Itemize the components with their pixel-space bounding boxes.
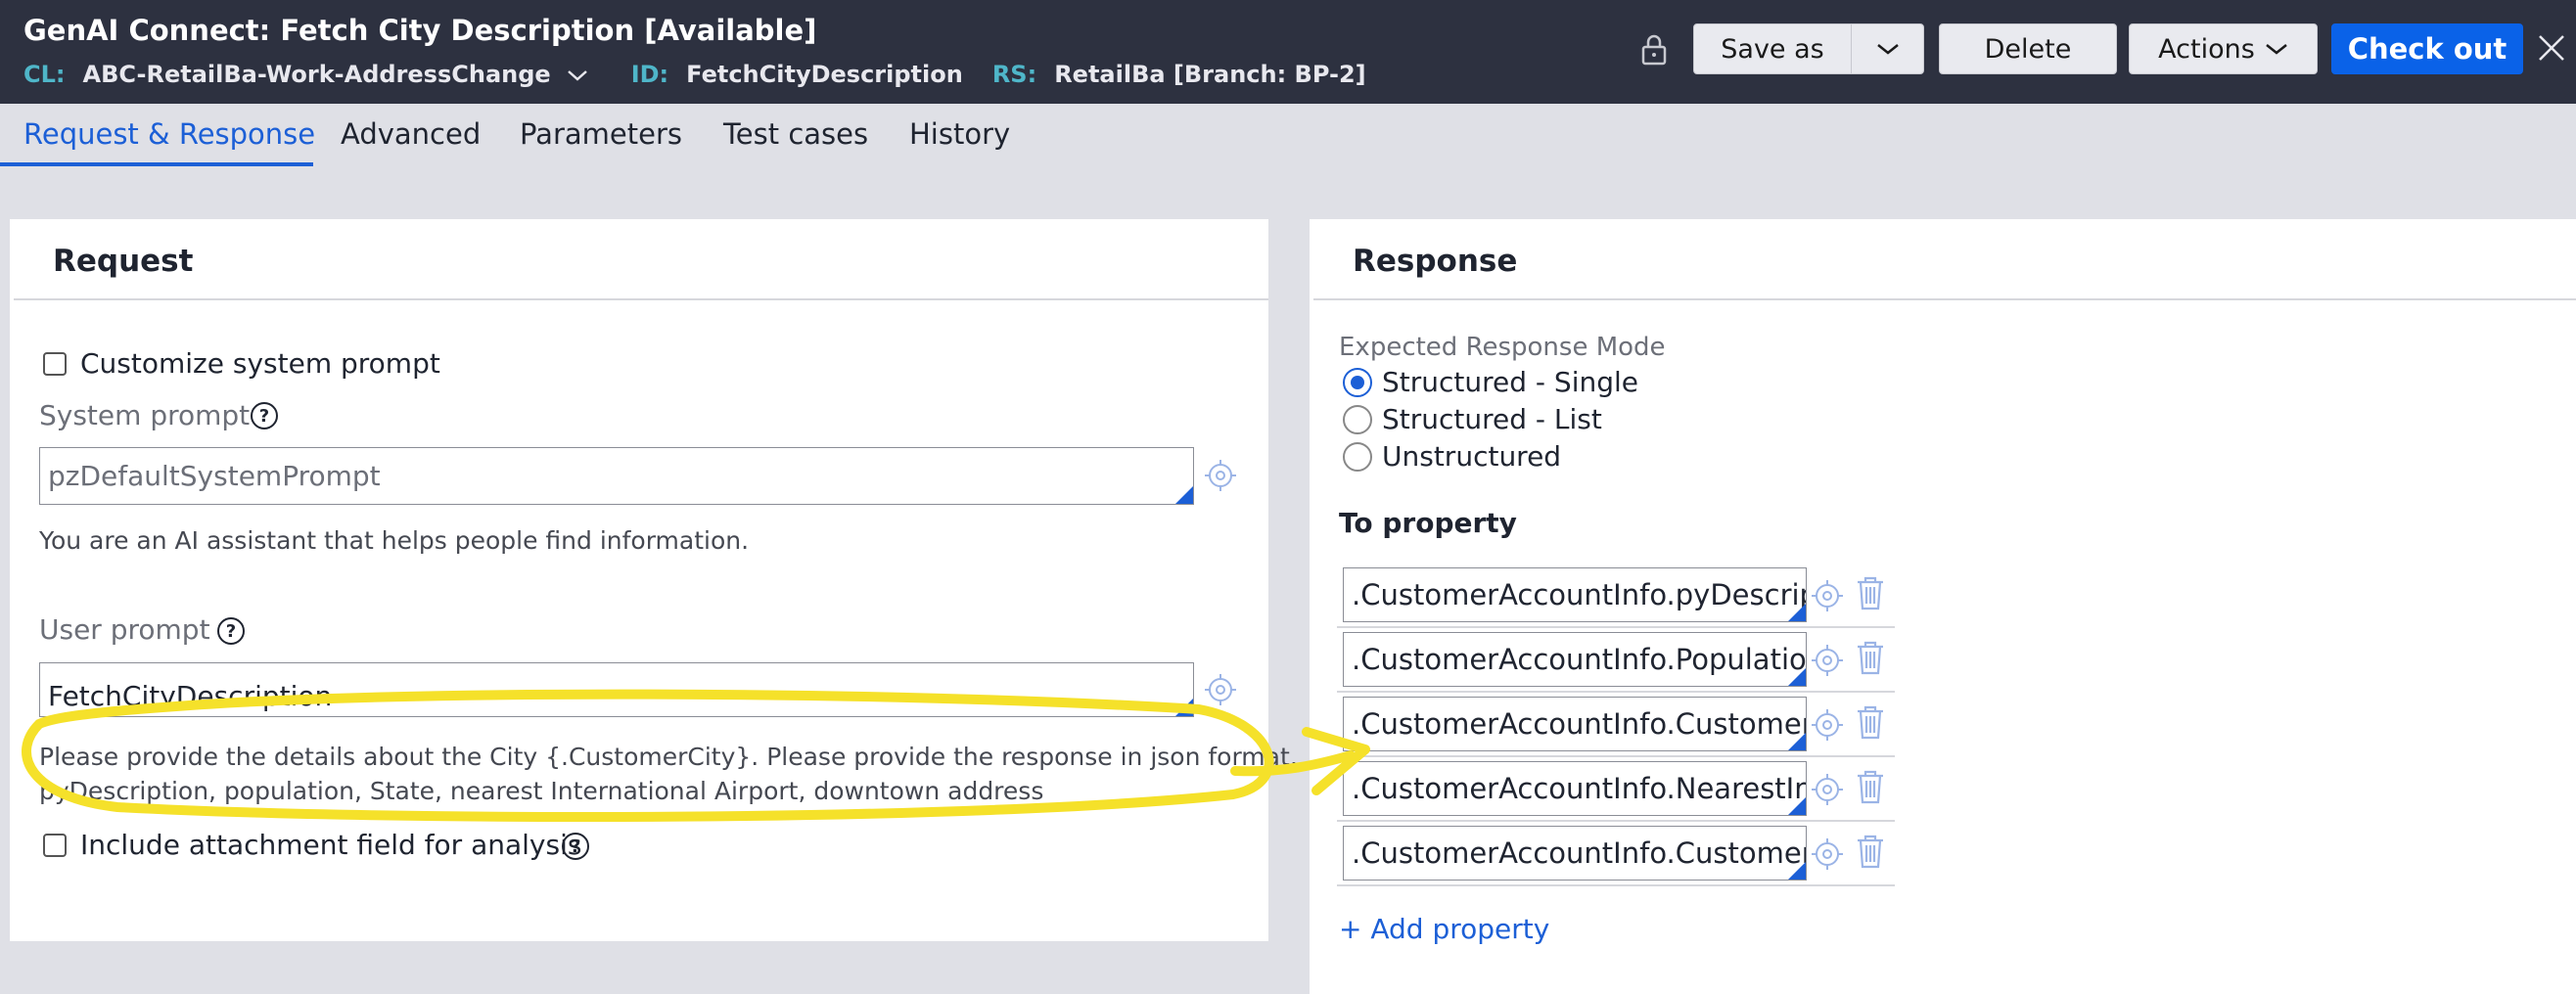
property-value: .CustomerAccountInfo.Population bbox=[1352, 643, 1807, 676]
trash-icon[interactable] bbox=[1856, 575, 1885, 614]
property-field[interactable]: .CustomerAccountInfo.Population bbox=[1343, 632, 1807, 687]
help-icon[interactable]: ? bbox=[562, 833, 589, 860]
header-bar: GenAI Connect: Fetch City Description [A… bbox=[0, 0, 2576, 104]
radio-structured-single[interactable] bbox=[1343, 368, 1372, 397]
property-field[interactable]: .CustomerAccountInfo.CustomerAddress bbox=[1343, 826, 1807, 881]
id-key: ID: bbox=[630, 61, 669, 88]
tab-parameters[interactable]: Parameters bbox=[520, 117, 682, 151]
tab-history[interactable]: History bbox=[909, 117, 1010, 151]
actions-button[interactable]: Actions bbox=[2129, 23, 2318, 74]
tab-request-response[interactable]: Request & Response bbox=[23, 117, 315, 151]
rs-key: RS: bbox=[991, 61, 1037, 88]
add-property-link[interactable]: + Add property bbox=[1339, 913, 1549, 945]
target-icon[interactable] bbox=[1811, 837, 1844, 875]
property-value: .CustomerAccountInfo.CustomerState bbox=[1352, 707, 1807, 741]
help-icon[interactable]: ? bbox=[251, 402, 278, 429]
system-prompt-label: System prompt bbox=[39, 399, 251, 431]
target-icon[interactable] bbox=[1811, 644, 1844, 681]
field-corner-indicator bbox=[1175, 486, 1193, 504]
system-prompt-text: You are an AI assistant that helps peopl… bbox=[39, 526, 750, 555]
chevron-down-icon bbox=[1876, 44, 1899, 55]
help-icon[interactable]: ? bbox=[217, 617, 245, 645]
field-corner-indicator bbox=[1788, 862, 1806, 880]
property-field[interactable]: .CustomerAccountInfo.pyDescription bbox=[1343, 567, 1807, 622]
property-field[interactable]: .CustomerAccountInfo.CustomerState bbox=[1343, 697, 1807, 751]
rule-meta: CL: ABC-RetailBa-Work-AddressChange ID: … bbox=[23, 61, 1396, 88]
include-attachment-label: Include attachment field for analysis bbox=[80, 829, 582, 861]
close-icon[interactable] bbox=[2537, 33, 2566, 67]
mode-structured-list-label: Structured - List bbox=[1382, 403, 1602, 435]
check-out-button[interactable]: Check out bbox=[2331, 23, 2523, 74]
response-mode-label: Expected Response Mode bbox=[1339, 333, 1666, 362]
property-row: .CustomerAccountInfo.CustomerState bbox=[1337, 693, 1895, 757]
property-row: .CustomerAccountInfo.CustomerAddress bbox=[1337, 822, 1895, 886]
radio-structured-list[interactable] bbox=[1343, 405, 1372, 434]
property-row: .CustomerAccountInfo.NearestInternationa… bbox=[1337, 757, 1895, 822]
trash-icon[interactable] bbox=[1856, 640, 1885, 679]
property-field[interactable]: .CustomerAccountInfo.NearestInternationa… bbox=[1343, 761, 1807, 816]
actions-label: Actions bbox=[2158, 33, 2255, 65]
target-icon[interactable] bbox=[1811, 708, 1844, 746]
property-value: .CustomerAccountInfo.CustomerAddress bbox=[1352, 836, 1806, 870]
user-prompt-text-line1: Please provide the details about the Cit… bbox=[39, 743, 1298, 771]
system-prompt-field[interactable]: pzDefaultSystemPrompt bbox=[39, 447, 1194, 505]
tab-bar: Request & Response Advanced Parameters T… bbox=[0, 104, 2576, 168]
field-corner-indicator bbox=[1175, 699, 1193, 716]
trash-icon[interactable] bbox=[1856, 704, 1885, 744]
page-title: GenAI Connect: Fetch City Description [A… bbox=[23, 14, 817, 47]
property-row: .CustomerAccountInfo.Population bbox=[1337, 628, 1895, 693]
request-title: Request bbox=[53, 244, 194, 279]
to-property-label: To property bbox=[1339, 507, 1517, 539]
field-corner-indicator bbox=[1788, 797, 1806, 815]
user-prompt-field[interactable]: FetchCityDescription bbox=[39, 662, 1194, 717]
target-icon[interactable] bbox=[1811, 579, 1844, 616]
user-prompt-value: FetchCityDescription bbox=[48, 680, 333, 712]
mode-unstructured-label: Unstructured bbox=[1382, 440, 1562, 473]
property-row: .CustomerAccountInfo.pyDescription bbox=[1337, 564, 1895, 628]
system-prompt-value: pzDefaultSystemPrompt bbox=[48, 460, 381, 492]
property-value: .CustomerAccountInfo.pyDescription bbox=[1352, 578, 1806, 611]
id-value: FetchCityDescription bbox=[686, 61, 963, 88]
rs-value: RetailBa [Branch: BP-2] bbox=[1054, 61, 1366, 88]
trash-icon[interactable] bbox=[1856, 769, 1885, 808]
customize-system-prompt-checkbox[interactable] bbox=[43, 352, 67, 376]
delete-button[interactable]: Delete bbox=[1939, 23, 2117, 74]
target-icon[interactable] bbox=[1204, 673, 1237, 710]
mode-structured-single-label: Structured - Single bbox=[1382, 366, 1639, 398]
chevron-down-icon bbox=[2266, 44, 2287, 55]
request-divider bbox=[14, 298, 1268, 300]
target-icon[interactable] bbox=[1811, 773, 1844, 810]
response-divider bbox=[1313, 298, 2576, 300]
trash-icon[interactable] bbox=[1856, 834, 1885, 873]
lock-icon bbox=[1640, 33, 1668, 70]
user-prompt-text-line2: pyDescription, population, State, neares… bbox=[39, 777, 1044, 805]
cl-value[interactable]: ABC-RetailBa-Work-AddressChange bbox=[83, 61, 551, 88]
property-value: .CustomerAccountInfo.NearestInternationa… bbox=[1352, 772, 1807, 805]
cl-key: CL: bbox=[23, 61, 66, 88]
target-icon[interactable] bbox=[1204, 459, 1237, 496]
radio-unstructured[interactable] bbox=[1343, 442, 1372, 472]
include-attachment-checkbox[interactable] bbox=[43, 834, 67, 857]
response-title: Response bbox=[1353, 244, 1518, 279]
customize-system-prompt-label: Customize system prompt bbox=[80, 347, 440, 380]
save-as-menu-button[interactable] bbox=[1851, 23, 1924, 74]
save-as-button[interactable]: Save as bbox=[1693, 23, 1852, 74]
field-corner-indicator bbox=[1788, 733, 1806, 750]
tab-advanced[interactable]: Advanced bbox=[341, 117, 481, 151]
active-tab-indicator bbox=[0, 162, 313, 166]
field-corner-indicator bbox=[1788, 604, 1806, 621]
tab-test-cases[interactable]: Test cases bbox=[723, 117, 868, 151]
user-prompt-label: User prompt bbox=[39, 613, 210, 646]
chevron-down-icon[interactable] bbox=[567, 61, 588, 88]
field-corner-indicator bbox=[1788, 668, 1806, 686]
